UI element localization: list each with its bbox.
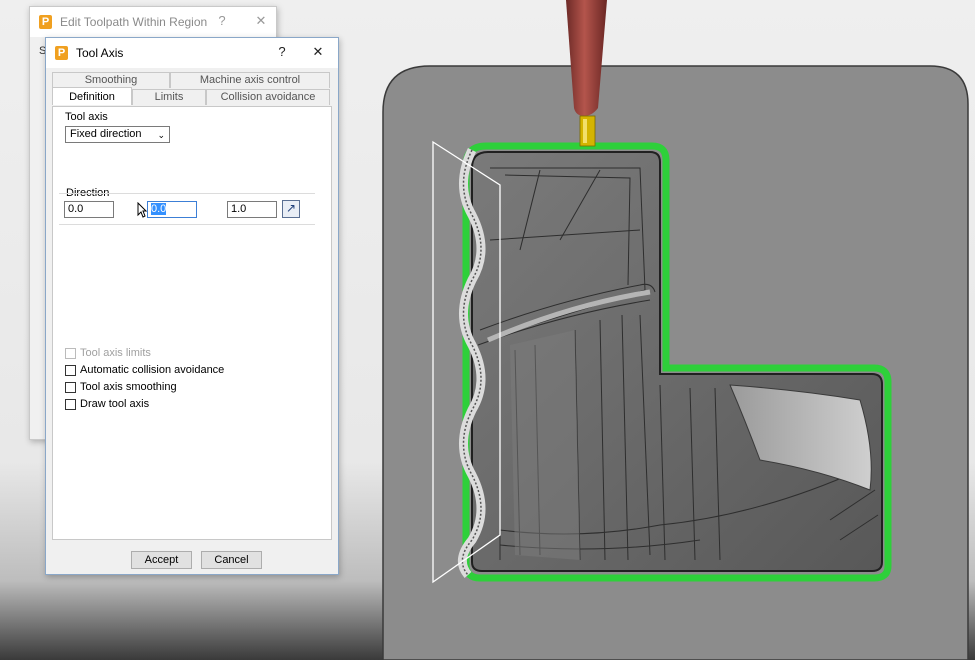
direction-z-input[interactable]: 1.0 — [227, 201, 277, 218]
back-dialog-titlebar[interactable]: P Edit Toolpath Within Region ? ✕ — [30, 7, 276, 37]
checkbox-box[interactable] — [65, 347, 76, 359]
chevron-down-icon: ⌄ — [157, 130, 165, 140]
rib-face — [510, 330, 580, 560]
tab-collision-avoidance[interactable]: Collision avoidance — [206, 89, 330, 105]
close-icon[interactable]: ✕ — [251, 13, 271, 29]
tool-axis-select-value: Fixed direction — [70, 128, 142, 140]
arrow-pick-icon: ↗ — [285, 201, 297, 215]
tool-axis-label: Tool axis — [65, 111, 108, 123]
app-logo-icon: P — [55, 46, 68, 60]
tab-limits[interactable]: Limits — [132, 89, 206, 105]
tab-row-top: Smoothing Machine axis control — [52, 72, 330, 88]
tab-machine-axis-control[interactable]: Machine axis control — [170, 72, 330, 88]
back-dialog-title: Edit Toolpath Within Region — [60, 15, 208, 29]
draw-tool-axis-checkbox[interactable]: Draw tool axis — [65, 398, 149, 410]
pick-direction-button[interactable]: ↗ — [282, 200, 300, 218]
accept-button[interactable]: Accept — [131, 551, 192, 569]
automatic-collision-avoidance-checkbox[interactable]: Automatic collision avoidance — [65, 364, 224, 376]
checkbox-box[interactable] — [65, 381, 76, 393]
direction-x-input[interactable]: 0.0 — [64, 201, 114, 218]
tool-axis-dialog: P Tool Axis ? ✕ Smoothing Machine axis c… — [45, 37, 339, 575]
tab-definition[interactable]: Definition — [52, 87, 132, 105]
checkbox-box[interactable] — [65, 364, 76, 376]
definition-panel: Tool axis Fixed direction ⌄ Direction 0.… — [52, 106, 332, 540]
tool-axis-select[interactable]: Fixed direction ⌄ — [65, 126, 170, 143]
tool-axis-limits-checkbox[interactable]: Tool axis limits — [65, 347, 151, 359]
help-button[interactable]: ? — [272, 44, 292, 59]
app-logo-icon: P — [39, 15, 52, 29]
cancel-button[interactable]: Cancel — [201, 551, 262, 569]
tool-tip — [579, 115, 596, 147]
close-icon[interactable]: ✕ — [308, 44, 328, 60]
dialog-title: Tool Axis — [76, 46, 124, 60]
mouse-cursor-icon — [137, 202, 147, 218]
tool-axis-smoothing-checkbox[interactable]: Tool axis smoothing — [65, 381, 177, 393]
tab-row-bottom: Definition Limits Collision avoidance — [52, 87, 330, 105]
direction-y-input[interactable]: 0.0 — [147, 201, 197, 218]
checkbox-box[interactable] — [65, 398, 76, 410]
tab-smoothing[interactable]: Smoothing — [52, 72, 170, 88]
dialog-titlebar[interactable]: P Tool Axis ? ✕ — [46, 38, 338, 68]
help-button[interactable]: ? — [212, 13, 232, 28]
